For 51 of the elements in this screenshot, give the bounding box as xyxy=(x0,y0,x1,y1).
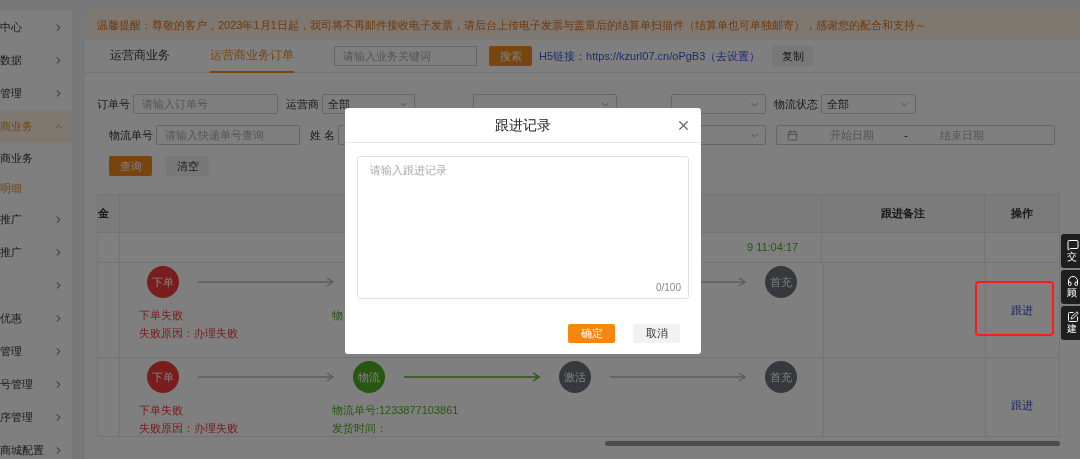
tab[interactable]: 运营商业务 xyxy=(110,39,170,73)
follow-up-link[interactable]: 跟进 xyxy=(1011,301,1034,319)
side-tab[interactable]: 建 xyxy=(1061,306,1080,340)
sidebar-item[interactable]: 推广 xyxy=(0,203,72,236)
step-text: 下单失败 xyxy=(138,308,183,323)
side-tab-icon xyxy=(1067,239,1079,251)
side-tab[interactable]: 顾 xyxy=(1061,270,1080,304)
sidebar-item[interactable]: 优惠 xyxy=(0,302,72,335)
sidebar-subitem[interactable]: 商业务 xyxy=(0,143,72,173)
close-button[interactable] xyxy=(676,118,691,133)
step-text: 物流单号:1233877103861 xyxy=(331,403,459,418)
follow-up-link[interactable]: 跟进 xyxy=(1011,396,1034,414)
calendar-icon xyxy=(787,129,799,141)
cancel-button[interactable]: 取消 xyxy=(633,324,680,343)
copy-button[interactable]: 复制 xyxy=(772,46,815,66)
sidebar-item[interactable]: 号管理 xyxy=(0,368,72,401)
step-text: 失败原因：办理失败 xyxy=(138,421,238,436)
column-header: 操作 xyxy=(984,195,1059,232)
h5-link[interactable]: https://kzurl07.cn/oPgB3（去设置） xyxy=(586,47,761,65)
notice-bar: 温馨提醒：尊敬的客户，2023年1月1日起，我司将不再邮件接收电子发票，请后台上传电子发票与盖章后的结算单扫描件（结算单也可单独邮寄），感谢您的配合和支持～ xyxy=(85,10,1080,40)
range-separator: - xyxy=(904,127,908,143)
select-field[interactable] xyxy=(671,94,766,114)
column-header: 金 xyxy=(98,206,110,222)
filter-label: 物流状态 xyxy=(774,96,818,112)
chevron-right-icon xyxy=(53,247,64,258)
step-text: 发货时间： xyxy=(331,421,387,436)
column-header: 跟进备注 xyxy=(821,195,985,232)
sidebar-item[interactable]: 数据 xyxy=(0,44,72,77)
dialog-title: 跟进记录 xyxy=(495,115,551,135)
step-text: 物 xyxy=(331,308,343,323)
step-text: 失败原因：办理失败 xyxy=(138,326,238,341)
h5-link-label: H5链接： xyxy=(539,48,587,64)
side-tab[interactable]: 交 xyxy=(1061,234,1080,268)
filter-label: 姓 名 xyxy=(310,127,336,143)
clear-button[interactable]: 清空 xyxy=(166,156,209,176)
order-time: 9 11:04:17 xyxy=(746,240,799,256)
sidebar-item[interactable]: 管理 xyxy=(0,335,72,368)
sidebar-item[interactable]: 中心 xyxy=(0,11,72,44)
filter-label: 物流单号 xyxy=(109,127,153,143)
confirm-button[interactable]: 确定 xyxy=(568,324,615,343)
sidebar-item[interactable]: 序管理 xyxy=(0,401,72,434)
step-text: 下单失败 xyxy=(138,403,183,418)
char-counter: 0/100 xyxy=(655,281,681,295)
sidebar-item[interactable]: 商城配置 xyxy=(0,434,72,459)
select-field[interactable]: 全部 xyxy=(821,94,916,114)
sidebar-item[interactable]: 推广 xyxy=(0,236,72,269)
side-tab-icon xyxy=(1067,311,1079,323)
side-tab-icon xyxy=(1067,275,1079,287)
filter-label: 订单号 xyxy=(97,96,130,112)
filter-label: 运营商 xyxy=(286,96,319,112)
sidebar-item[interactable]: 管理 xyxy=(0,77,72,110)
